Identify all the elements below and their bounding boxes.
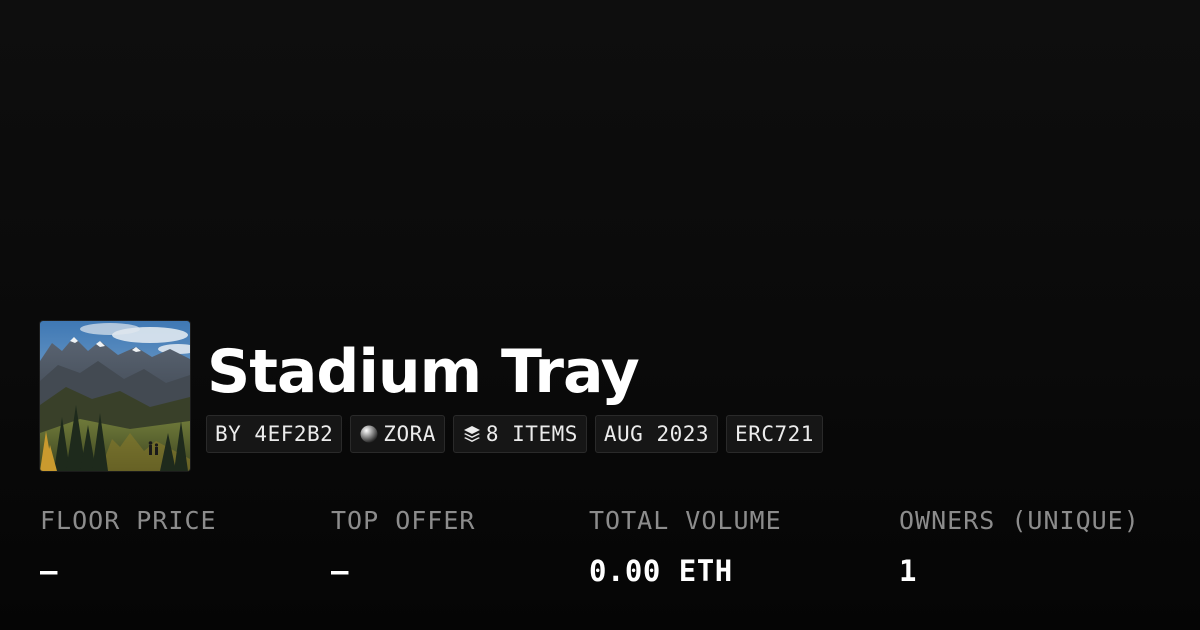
- chain-tag[interactable]: ZORA: [350, 415, 445, 453]
- creator-label: BY 4EF2B2: [215, 422, 334, 446]
- floor-price-label: FLOOR PRICE: [40, 506, 217, 535]
- layers-icon: [462, 424, 482, 444]
- date-tag: AUG 2023: [594, 415, 719, 453]
- total-volume-label: TOTAL VOLUME: [589, 506, 782, 535]
- date-label: AUG 2023: [603, 422, 710, 446]
- total-volume-value: 0.00 ETH: [589, 554, 733, 588]
- stat-floor-price: FLOOR PRICE –: [40, 504, 217, 588]
- stat-total-volume: TOTAL VOLUME 0.00 ETH: [589, 504, 782, 588]
- mountain-landscape-image: [40, 321, 190, 471]
- stat-owners: OWNERS (UNIQUE) 1: [899, 504, 1140, 588]
- collection-title: Stadium Tray: [207, 337, 640, 407]
- owners-value: 1: [899, 554, 917, 588]
- top-offer-label: TOP OFFER: [331, 506, 476, 535]
- owners-label: OWNERS (UNIQUE): [899, 506, 1140, 535]
- items-label: 8 ITEMS: [485, 422, 578, 446]
- standard-tag: ERC721: [726, 415, 823, 453]
- collection-thumbnail: [40, 321, 190, 471]
- stat-top-offer: TOP OFFER –: [331, 504, 475, 588]
- chain-label: ZORA: [383, 422, 436, 446]
- top-offer-value: –: [331, 554, 349, 588]
- floor-price-value: –: [40, 554, 58, 588]
- zora-orb-icon: [359, 424, 379, 444]
- collection-tags: BY 4EF2B2 ZORA 8 ITEMS AUG 2023 ERC721: [206, 415, 823, 453]
- items-tag[interactable]: 8 ITEMS: [452, 415, 587, 453]
- creator-tag[interactable]: BY 4EF2B2: [206, 415, 343, 453]
- standard-label: ERC721: [735, 422, 814, 446]
